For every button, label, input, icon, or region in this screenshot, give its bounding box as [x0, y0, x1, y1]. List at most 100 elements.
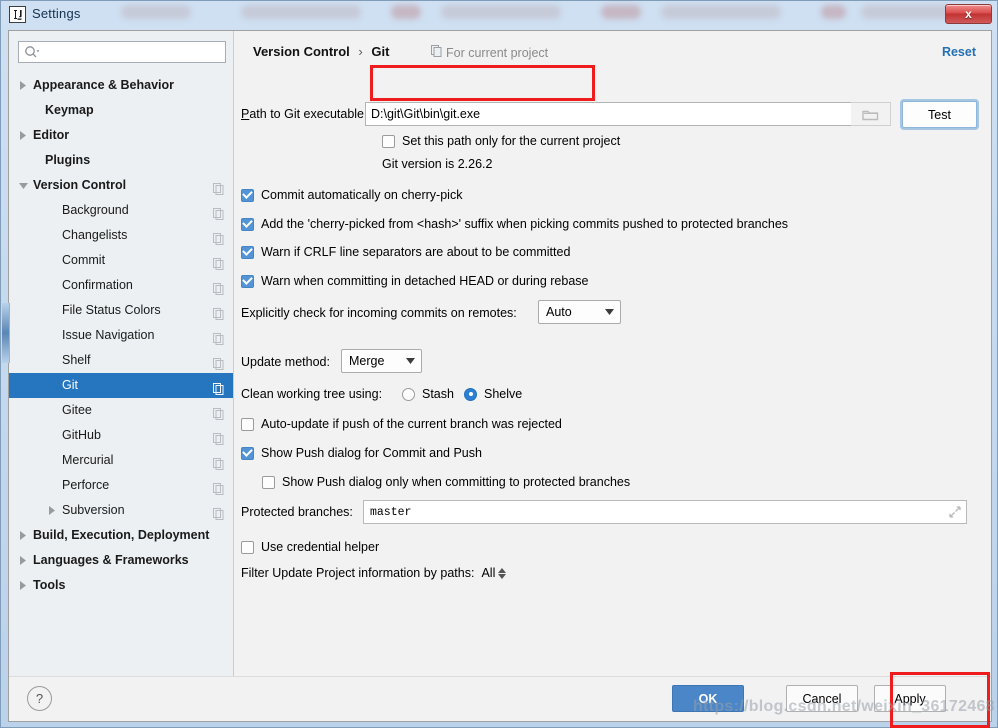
- cherry-picked-suffix-checkbox[interactable]: [241, 217, 254, 231]
- sidebar-item-commit[interactable]: Commit: [9, 248, 233, 273]
- copy-config-icon: [213, 504, 224, 520]
- sidebar-item-appearance-behavior[interactable]: Appearance & Behavior: [9, 73, 233, 98]
- incoming-commits-combo[interactable]: Auto: [538, 300, 621, 324]
- copy-config-icon: [213, 354, 224, 370]
- chevron-right-icon[interactable]: [17, 123, 29, 148]
- chevron-right-icon[interactable]: [17, 73, 29, 98]
- copy-config-icon: [213, 429, 224, 445]
- auto-update-checkbox[interactable]: [241, 417, 254, 431]
- sidebar-item-editor[interactable]: Editor: [9, 123, 233, 148]
- set-path-only-checkbox[interactable]: [382, 134, 395, 148]
- copy-config-icon: [213, 204, 224, 220]
- sidebar-item-label: Version Control: [33, 178, 127, 192]
- sidebar-item-subversion[interactable]: Subversion: [9, 498, 233, 523]
- credential-helper-row[interactable]: Use credential helper: [241, 540, 379, 554]
- sidebar-item-languages-frameworks[interactable]: Languages & Frameworks: [9, 548, 233, 573]
- sidebar-item-label: Shelf: [62, 353, 91, 367]
- browse-folder-button[interactable]: [851, 102, 891, 126]
- sidebar-item-confirmation[interactable]: Confirmation: [9, 273, 233, 298]
- chevron-down-icon[interactable]: [17, 173, 29, 198]
- sidebar-item-label: Appearance & Behavior: [33, 78, 175, 92]
- sidebar-item-label: Plugins: [45, 153, 91, 167]
- path-label-rest: ath to Git executable:: [249, 107, 368, 121]
- cancel-button[interactable]: Cancel: [786, 685, 858, 712]
- search-input[interactable]: [18, 41, 226, 63]
- spinner-arrows-icon: [498, 567, 507, 579]
- radio-shelve-row[interactable]: Shelve: [464, 387, 522, 401]
- sidebar-item-keymap[interactable]: Keymap: [9, 98, 233, 123]
- protected-branches-input[interactable]: [364, 500, 944, 524]
- warn-crlf-checkbox[interactable]: [241, 245, 254, 259]
- sidebar-item-github[interactable]: GitHub: [9, 423, 233, 448]
- breadcrumb-parent[interactable]: Version Control: [253, 44, 350, 59]
- shelve-radio[interactable]: [464, 387, 477, 401]
- chevron-right-icon[interactable]: [46, 498, 58, 523]
- update-method-combo[interactable]: Merge: [341, 349, 422, 373]
- sidebar-item-label: Editor: [33, 128, 70, 142]
- use-credential-helper-checkbox[interactable]: [241, 540, 254, 554]
- checkbox-label-2: Warn if CRLF line separators are about t…: [261, 245, 571, 259]
- title-bar: Settings x: [1, 1, 997, 29]
- chevron-down-icon: [598, 309, 620, 315]
- scope-note-label: For current project: [446, 45, 549, 60]
- update-method-value: Merge: [349, 354, 385, 368]
- set-path-only-checkbox-row[interactable]: Set this path only for the current proje…: [382, 134, 620, 148]
- sidebar-item-version-control[interactable]: Version Control: [9, 173, 233, 198]
- apply-button[interactable]: Apply: [874, 685, 946, 712]
- sidebar-item-issue-navigation[interactable]: Issue Navigation: [9, 323, 233, 348]
- commit-auto-cherry-pick-checkbox[interactable]: [241, 188, 254, 202]
- test-button[interactable]: Test: [902, 101, 977, 128]
- set-path-only-label: Set this path only for the current proje…: [402, 134, 621, 148]
- sidebar-item-build-execution-deployment[interactable]: Build, Execution, Deployment: [9, 523, 233, 548]
- sidebar-item-shelf[interactable]: Shelf: [9, 348, 233, 373]
- sidebar-item-mercurial[interactable]: Mercurial: [9, 448, 233, 473]
- sidebar-item-gitee[interactable]: Gitee: [9, 398, 233, 423]
- checkbox-row-2[interactable]: Warn if CRLF line separators are about t…: [241, 245, 570, 259]
- show-push-row[interactable]: Show Push dialog for Commit and Push: [241, 446, 482, 460]
- checkbox-row-1[interactable]: Add the 'cherry-picked from <hash>' suff…: [241, 217, 788, 231]
- copy-config-icon: [213, 329, 224, 345]
- chevron-right-icon[interactable]: [17, 573, 29, 598]
- sidebar-item-label: Tools: [33, 578, 66, 592]
- sidebar-item-label: Background: [62, 203, 129, 217]
- sidebar-item-git[interactable]: Git: [9, 373, 233, 398]
- sidebar-item-perforce[interactable]: Perforce: [9, 473, 233, 498]
- show-push-protected-label: Show Push dialog only when committing to…: [282, 475, 631, 489]
- close-button[interactable]: x: [945, 4, 992, 24]
- checkbox-row-3[interactable]: Warn when committing in detached HEAD or…: [241, 274, 588, 288]
- sidebar-item-label: Gitee: [62, 403, 92, 417]
- help-button[interactable]: ?: [27, 686, 52, 711]
- checkbox-label-1: Add the 'cherry-picked from <hash>' suff…: [261, 217, 789, 231]
- sidebar-item-file-status-colors[interactable]: File Status Colors: [9, 298, 233, 323]
- show-push-protected-row[interactable]: Show Push dialog only when committing to…: [262, 475, 630, 489]
- sidebar-item-changelists[interactable]: Changelists: [9, 223, 233, 248]
- ok-button[interactable]: OK: [672, 685, 744, 712]
- expand-diagonal-icon[interactable]: [944, 506, 966, 518]
- sidebar-item-plugins[interactable]: Plugins: [9, 148, 233, 173]
- protected-branches-field[interactable]: [363, 500, 967, 524]
- chevron-right-icon[interactable]: [17, 548, 29, 573]
- settings-tree[interactable]: Appearance & Behavior Keymap Editor Plugins…: [9, 73, 233, 673]
- scope-note: For current project: [431, 45, 548, 60]
- sidebar-item-tools[interactable]: Tools: [9, 573, 233, 598]
- radio-stash-row[interactable]: Stash: [402, 387, 454, 401]
- auto-update-row[interactable]: Auto-update if push of the current branc…: [241, 417, 562, 431]
- filter-paths-label: Filter Update Project information by pat…: [241, 566, 475, 580]
- sidebar-item-label: GitHub: [62, 428, 101, 442]
- checkbox-row-0[interactable]: Commit automatically on cherry-pick: [241, 188, 462, 202]
- search-box[interactable]: [18, 41, 226, 63]
- dialog-content: Appearance & Behavior Keymap Editor Plugins…: [2, 31, 991, 676]
- reset-link[interactable]: Reset: [942, 45, 976, 59]
- filter-paths-row: Filter Update Project information by pat…: [241, 566, 507, 580]
- warn-detached-head-checkbox[interactable]: [241, 274, 254, 288]
- breadcrumb-current: Git: [371, 44, 390, 59]
- sidebar-item-background[interactable]: Background: [9, 198, 233, 223]
- git-executable-path-input[interactable]: [365, 102, 879, 126]
- dialog-footer: ? OK Cancel Apply: [9, 676, 991, 721]
- close-icon: x: [965, 7, 972, 21]
- filter-paths-spinner[interactable]: All: [481, 566, 507, 580]
- show-push-protected-checkbox[interactable]: [262, 475, 275, 489]
- chevron-right-icon[interactable]: [17, 523, 29, 548]
- stash-radio[interactable]: [402, 387, 415, 401]
- show-push-dialog-checkbox[interactable]: [241, 446, 254, 460]
